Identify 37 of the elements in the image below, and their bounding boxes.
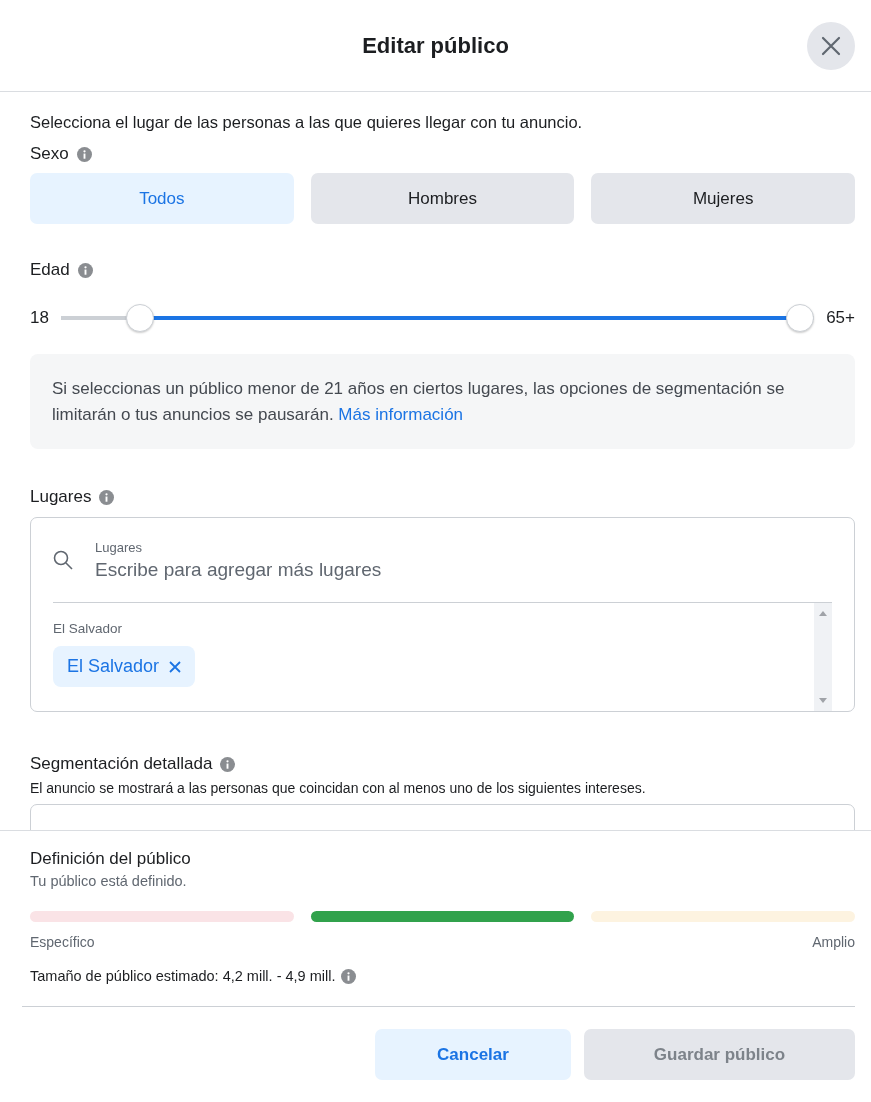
location-tag[interactable]: El Salvador <box>53 646 196 687</box>
remove-icon[interactable] <box>169 660 182 673</box>
notice-text: Si seleccionas un público menor de 21 años en ciertos lugares, las opciones de segmentación se limitarán o tus anuncios se pausarán. Más información <box>30 354 855 449</box>
section-description: El anuncio se mostrará a las personas que coincidan con al menos uno de los siguientes intereses. <box>30 780 647 796</box>
dialog-title: Editar público <box>362 32 509 59</box>
section-label: Segmentación detallada <box>30 754 213 774</box>
scroll-up-icon[interactable] <box>819 611 827 616</box>
field-label: Lugares <box>95 539 143 555</box>
audience-status: Tu público está definido. <box>30 873 188 889</box>
meter-max-label: Amplio <box>812 934 855 950</box>
cancel-button[interactable]: Cancelar <box>375 1029 571 1080</box>
close-icon <box>821 36 841 56</box>
gender-option[interactable]: Mujeres <box>591 173 855 224</box>
group-label: El Salvador <box>53 621 124 636</box>
slider-handle[interactable] <box>126 304 155 332</box>
gender-option[interactable]: Todos <box>30 173 294 224</box>
audience-title: Definición del público <box>30 849 192 869</box>
info-icon[interactable] <box>77 262 93 278</box>
more-info-link[interactable]: Más información <box>338 404 464 424</box>
age-max-label: 65+ <box>826 308 855 328</box>
age-min-label: 18 <box>30 308 49 328</box>
close-button[interactable] <box>807 22 855 70</box>
scroll-down-icon[interactable] <box>819 698 827 703</box>
section-label: Lugares <box>30 487 92 507</box>
audience-estimate: Tamaño de público estimado: 4,2 mill. - 4,9 mill. <box>30 968 336 984</box>
info-icon[interactable] <box>220 756 236 772</box>
section-label: Edad <box>30 260 70 280</box>
search-icon <box>53 550 73 570</box>
intro-text: Selecciona el lugar de las personas a las que quieres llegar con tu anuncio. <box>30 113 584 132</box>
section-label: Sexo <box>30 144 69 164</box>
info-icon[interactable] <box>341 968 357 984</box>
slider-handle[interactable] <box>786 304 815 332</box>
info-icon[interactable] <box>99 489 115 505</box>
scrollbar[interactable] <box>814 603 832 711</box>
info-icon[interactable] <box>76 146 92 162</box>
meter-min-label: Específico <box>30 934 95 950</box>
gender-option[interactable]: Hombres <box>310 173 575 224</box>
